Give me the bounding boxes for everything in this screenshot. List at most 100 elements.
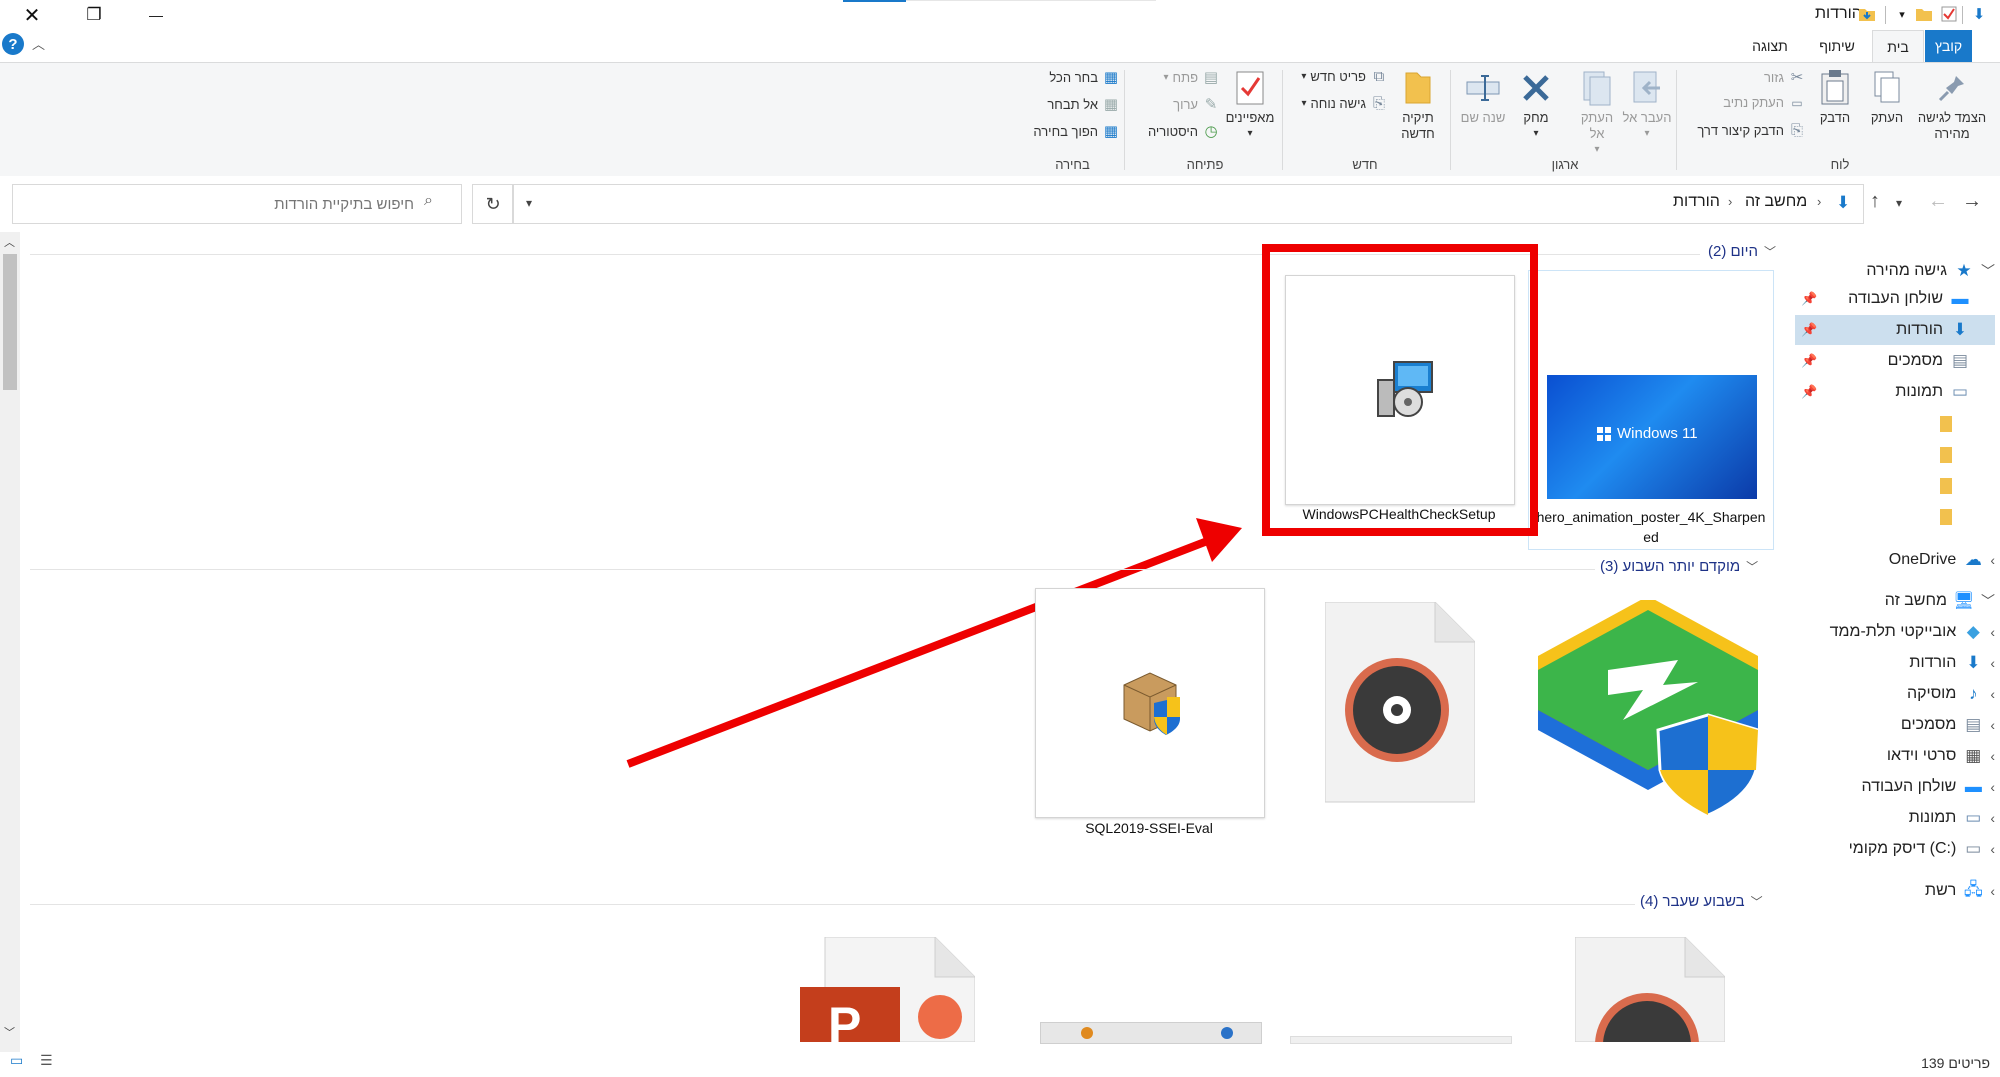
breadcrumb-this-pc[interactable]: מחשב זה <box>1745 193 1807 211</box>
group-header-last-week[interactable]: ﹀ בשבוע שעבר (4) <box>1640 893 1788 910</box>
recent-dropdown-icon[interactable]: ▾ <box>1896 196 1902 210</box>
nav-pc-item[interactable]: ‹ ▭ דיסק מקומי (C:) <box>1795 834 1995 864</box>
pictures-icon: ▭ <box>1951 382 1969 401</box>
nav-label: מסמכים <box>1887 352 1943 369</box>
new-folder-button[interactable]: תיקיה חדשה <box>1390 68 1446 142</box>
downloads-icon: ⬇ <box>1952 320 1968 339</box>
nav-quick-access[interactable]: ﹀ ★ גישה מהירה <box>1795 256 1995 286</box>
history-button[interactable]: ◷ היסטוריה <box>1130 122 1220 140</box>
documents-icon: ▤ <box>1951 351 1969 370</box>
file-tile-hero-poster[interactable]: Windows 11 hero_animation_poster_4K_Shar… <box>1528 270 1774 550</box>
back-arrow-icon[interactable]: → <box>1962 190 1982 213</box>
window-title: הורדות <box>1815 5 1862 22</box>
nav-pc-item[interactable]: ‹ ▦ סרטי וידאו <box>1795 741 1995 771</box>
forward-arrow-icon[interactable]: ← <box>1928 190 1948 213</box>
desktop-icon: ▬ <box>1964 777 1982 796</box>
select-all-button[interactable]: ▦ בחר הכל <box>1020 68 1120 86</box>
file-thumbnail-sql[interactable] <box>1035 588 1265 818</box>
pin-icon: 📌 <box>1801 322 1818 337</box>
easy-access-label: גישה נוחה <box>1310 96 1366 111</box>
select-none-button[interactable]: ▦ אל תבחר <box>1020 95 1120 113</box>
qa-separator-2 <box>1885 6 1886 24</box>
group-heading: מוקדם יותר השבוע (3) <box>1600 558 1741 575</box>
up-arrow-icon[interactable]: ↑ <box>1870 190 1880 213</box>
nav-network[interactable]: ‹ 🖧 רשת <box>1795 876 1995 906</box>
minimize-button[interactable]: — <box>126 0 186 30</box>
scissors-icon: ✂ <box>1790 69 1804 86</box>
new-item-button[interactable]: ⧉ פריט חדש ▾ <box>1290 68 1388 85</box>
delete-button[interactable]: מחק ▾ <box>1510 68 1562 142</box>
copy-to-button[interactable]: העתק אל ▾ <box>1572 68 1622 158</box>
computer-icon: 🖥 <box>1953 591 1975 610</box>
download-icon[interactable]: ⬇ <box>1970 5 1988 23</box>
folder-icon[interactable] <box>1940 447 1952 463</box>
app-stack-icon[interactable] <box>1528 596 1768 825</box>
new-item-icon: ⧉ <box>1373 68 1385 85</box>
large-icons-view-icon[interactable]: ☰ <box>40 1052 53 1069</box>
group-header-earlier-this-week[interactable]: ﹀ מוקדם יותר השבוע (3) <box>1600 558 1788 575</box>
collapse-ribbon-icon[interactable]: ︿ <box>32 34 45 53</box>
file-thumbnail-partial[interactable] <box>1290 1036 1512 1044</box>
copy-button[interactable]: העתק <box>1862 68 1912 126</box>
edit-button[interactable]: ✎ ערוך <box>1148 95 1220 113</box>
scroll-up-icon[interactable]: ︿ <box>4 234 15 250</box>
file-name[interactable]: SQL2019-SSEI-Eval <box>1035 820 1263 836</box>
properties-button[interactable]: מאפיינים ▾ <box>1222 68 1278 142</box>
windows-11-thumbnail: Windows 11 <box>1547 375 1757 499</box>
media-file-icon[interactable] <box>1574 936 1726 1077</box>
tab-view[interactable]: תצוגה <box>1740 30 1800 62</box>
nav-pc-item[interactable]: ‹ ♪ מוסיקה <box>1795 679 1995 709</box>
media-file-icon[interactable] <box>1324 601 1476 812</box>
paste-shortcut-button[interactable]: ⎘ הדבק קיצור דרך <box>1682 122 1806 139</box>
copy-path-label: העתק נתיב <box>1723 95 1784 110</box>
copy-path-button[interactable]: ▭ העתק נתיב <box>1705 95 1806 110</box>
move-to-button[interactable]: העבר אל ▾ <box>1622 68 1672 142</box>
tab-home[interactable]: בית <box>1872 30 1924 62</box>
nav-pc-item[interactable]: ‹ ▭ תמונות <box>1795 803 1995 833</box>
file-thumbnail-partial[interactable] <box>1040 1022 1262 1044</box>
folder-icon[interactable] <box>1915 5 1933 23</box>
maximize-button[interactable]: ❐ <box>64 0 124 30</box>
open-button[interactable]: ▤ פתח ▾ <box>1148 68 1220 86</box>
downloads-icon: ⬇ <box>1836 193 1851 212</box>
address-box[interactable] <box>512 184 1864 224</box>
nav-pc-item[interactable]: ‹ ◆ אובייקטי תלת-ממד <box>1795 617 1995 647</box>
nav-quick-item-selected[interactable]: ⬇ הורדות 📌 <box>1795 315 1995 345</box>
help-icon[interactable]: ? <box>2 33 24 55</box>
folder-icon[interactable] <box>1940 478 1952 494</box>
paste-button[interactable]: הדבק <box>1810 68 1860 126</box>
nav-quick-item[interactable]: ▤ מסמכים 📌 <box>1795 346 1995 376</box>
pin-quick-access-button[interactable]: הצמד לגישה מהירה <box>1912 68 1992 142</box>
folder-icon[interactable] <box>1940 416 1952 432</box>
easy-access-button[interactable]: ⎘ גישה נוחה ▾ <box>1290 95 1388 112</box>
nav-pc-item[interactable]: ‹ ⬇ הורדות <box>1795 648 1995 678</box>
breadcrumb-chevron-icon[interactable]: › <box>1728 194 1732 209</box>
breadcrumb-chevron-icon[interactable]: › <box>1817 194 1821 209</box>
breadcrumb-downloads[interactable]: הורדות <box>1673 193 1720 211</box>
nav-this-pc[interactable]: ﹀ 🖥 מחשב זה <box>1795 586 1995 616</box>
nav-pc-item[interactable]: ‹ ▤ מסמכים <box>1795 710 1995 740</box>
cut-button[interactable]: ✂ גזור <box>1740 68 1806 86</box>
search-input[interactable] <box>20 190 416 218</box>
scroll-down-icon[interactable]: ﹀ <box>4 1024 15 1040</box>
nav-pc-item[interactable]: ‹ ▬ שולחן העבודה <box>1795 772 1995 802</box>
details-view-icon[interactable]: ▭ <box>10 1052 23 1069</box>
tab-file[interactable]: קובץ <box>1925 30 1972 62</box>
powerpoint-file-icon[interactable]: P <box>800 936 976 1053</box>
properties-check-icon[interactable] <box>1940 5 1958 23</box>
qa-dropdown-icon[interactable]: ▾ <box>1893 5 1911 23</box>
nav-onedrive[interactable]: ‹ ☁ OneDrive <box>1795 545 1995 575</box>
invert-selection-button[interactable]: ▦ הפוך בחירה <box>1020 122 1120 140</box>
nav-quick-item[interactable]: ▭ תמונות 📌 <box>1795 377 1995 407</box>
close-button[interactable]: ✕ <box>2 0 62 30</box>
folder-icon[interactable] <box>1940 509 1952 525</box>
group-header-today[interactable]: ﹀ היום (2) <box>1708 243 1788 260</box>
paste-shortcut-label: הדבק קיצור דרך <box>1697 123 1784 138</box>
nav-quick-item[interactable]: ▬ שולחן העבודה 📌 <box>1795 284 1995 314</box>
address-dropdown-icon[interactable]: ▾ <box>526 196 532 210</box>
rename-button[interactable]: שנה שם <box>1458 68 1508 126</box>
tab-share[interactable]: שיתוף <box>1812 30 1862 62</box>
scrollbar-thumb[interactable] <box>3 254 17 390</box>
videos-icon: ▦ <box>1965 746 1982 765</box>
refresh-button[interactable]: ↻ <box>472 184 514 224</box>
